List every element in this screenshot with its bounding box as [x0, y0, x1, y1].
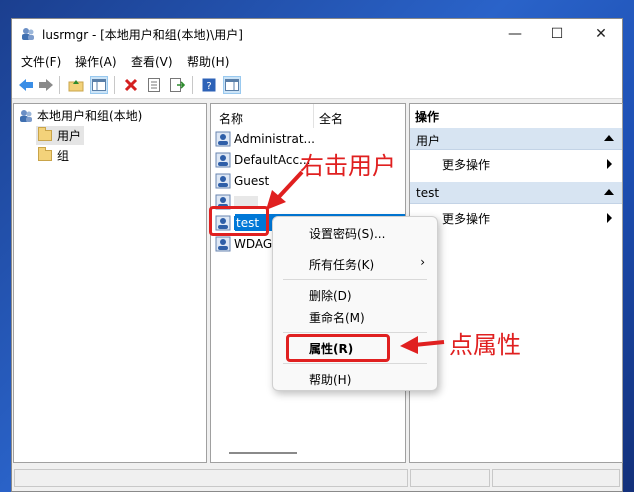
more-actions-test[interactable]: 更多操作: [410, 206, 622, 228]
annotation-arrow-icon: [400, 336, 445, 354]
status-cell: [410, 469, 490, 487]
highlight-box-properties: [286, 334, 390, 362]
status-cell: [492, 469, 620, 487]
column-divider[interactable]: [313, 104, 314, 128]
user-icon: [215, 173, 231, 189]
list-item[interactable]: DefaultAcc...: [215, 150, 310, 170]
back-arrow-icon[interactable]: [17, 76, 35, 94]
actions-header: 操作: [415, 110, 440, 124]
minimize-button[interactable]: —: [492, 19, 538, 49]
context-menu: 设置密码(S)... 所有任务(K) › 删除(D) 重命名(M) 属性(R) …: [272, 216, 438, 391]
user-icon: [215, 152, 231, 168]
menu-rename[interactable]: 重命名(M): [309, 309, 365, 326]
submenu-chevron-icon: ›: [420, 255, 425, 269]
menu-file[interactable]: 文件(F): [21, 53, 61, 70]
horizontal-scrollbar[interactable]: [229, 452, 297, 454]
more-actions-label: 更多操作: [442, 158, 491, 172]
show-hide-tree-icon[interactable]: [90, 76, 108, 94]
more-actions-label: 更多操作: [442, 212, 491, 226]
toolbar-separator: [192, 76, 193, 94]
column-header-fullname[interactable]: 全名: [319, 110, 343, 127]
list-item[interactable]: WDAG: [215, 234, 272, 254]
action-pane-icon[interactable]: [223, 76, 241, 94]
annotation-right-click: 右击用户: [300, 152, 396, 180]
more-actions-users[interactable]: 更多操作: [410, 152, 622, 174]
user-icon: [215, 236, 231, 252]
maximize-button[interactable]: ☐: [534, 19, 580, 49]
window-title: lusrmgr - [本地用户和组(本地)\用户]: [42, 28, 243, 42]
tree-item-label: 组: [57, 149, 70, 163]
menu-help[interactable]: 帮助(H): [187, 53, 229, 70]
actions-pane: 操作 用户 更多操作 test 更多操作: [409, 103, 623, 463]
svg-text:?: ?: [206, 81, 211, 92]
tree-item-label: 用户: [57, 129, 82, 143]
export-list-icon[interactable]: [168, 76, 186, 94]
menu-separator: [283, 279, 427, 280]
tree-item-users[interactable]: 用户: [36, 126, 85, 145]
menu-bar: 文件(F) 操作(A) 查看(V) 帮助(H): [12, 49, 622, 71]
users-group-icon: [18, 108, 34, 124]
collapse-triangle-icon[interactable]: [604, 135, 614, 141]
properties-icon[interactable]: [145, 76, 163, 94]
user-name: DefaultAcc...: [234, 153, 311, 167]
menu-all-tasks[interactable]: 所有任务(K): [309, 256, 374, 273]
up-folder-icon[interactable]: [67, 76, 85, 94]
folder-icon: [38, 147, 52, 161]
menu-help[interactable]: 帮助(H): [309, 371, 351, 388]
actions-section-test[interactable]: test: [410, 182, 622, 204]
forward-arrow-icon[interactable]: [37, 76, 55, 94]
section-title: 用户: [416, 134, 441, 148]
user-name: WDAG: [234, 237, 273, 251]
users-app-icon: [20, 26, 36, 42]
column-header-name[interactable]: 名称: [219, 110, 243, 127]
menu-separator: [283, 363, 427, 364]
status-bar: [12, 465, 622, 491]
submenu-arrow-icon: [607, 213, 612, 223]
close-button[interactable]: ✕: [578, 19, 624, 49]
actions-section-users[interactable]: 用户: [410, 128, 622, 150]
menu-delete[interactable]: 删除(D): [309, 287, 352, 304]
title-bar[interactable]: lusrmgr - [本地用户和组(本地)\用户] — ☐ ✕: [12, 19, 622, 49]
toolbar-separator: [114, 76, 115, 94]
menu-view[interactable]: 查看(V): [131, 53, 173, 70]
toolbar-separator: [59, 76, 60, 94]
highlight-box-test: [209, 206, 269, 236]
submenu-arrow-icon: [607, 159, 612, 169]
tree-item-groups[interactable]: 组: [38, 147, 69, 164]
delete-icon[interactable]: [122, 76, 140, 94]
annotation-properties: 点属性: [449, 331, 521, 359]
status-cell: [14, 469, 408, 487]
user-name: Administrat...: [234, 132, 315, 146]
collapse-triangle-icon[interactable]: [604, 189, 614, 195]
tree-root[interactable]: 本地用户和组(本地): [18, 107, 142, 124]
tree-root-label: 本地用户和组(本地): [37, 109, 143, 123]
menu-set-password[interactable]: 设置密码(S)...: [309, 225, 385, 242]
menu-action[interactable]: 操作(A): [75, 53, 117, 70]
folder-icon: [38, 127, 52, 141]
user-icon: [215, 131, 231, 147]
tree-pane: 本地用户和组(本地) 用户 组: [13, 103, 207, 463]
help-icon[interactable]: ?: [200, 76, 218, 94]
section-title: test: [416, 186, 440, 200]
menu-separator: [283, 332, 427, 333]
toolbar: ?: [12, 71, 622, 99]
